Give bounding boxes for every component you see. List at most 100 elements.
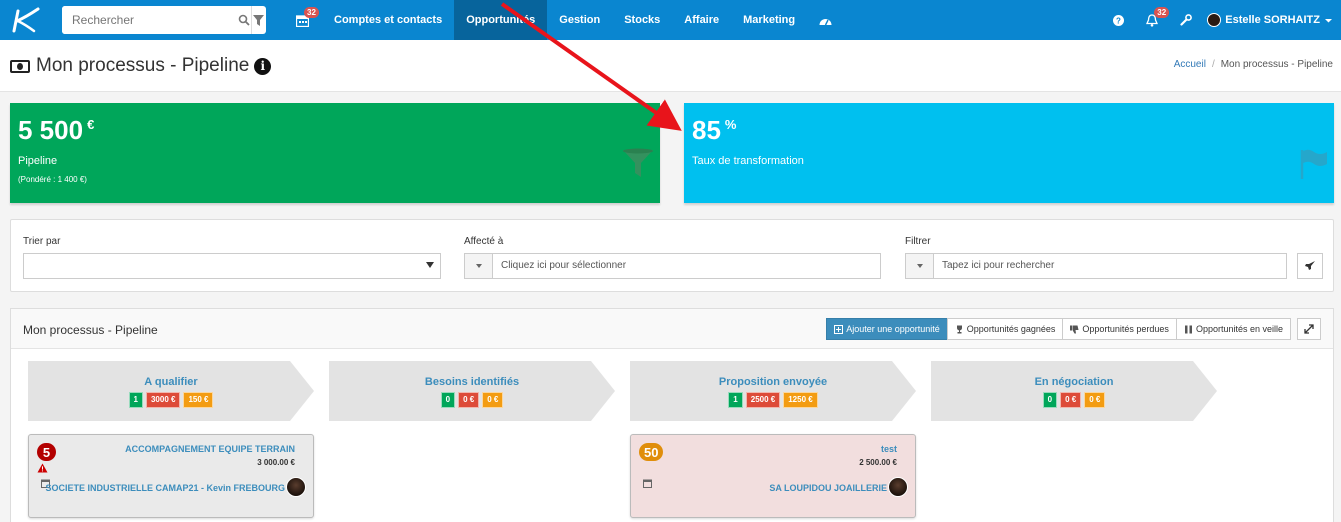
pipeline-header: Mon processus - Pipeline Ajouter une opp…	[11, 309, 1333, 349]
stage-count-badge: 1	[728, 392, 743, 408]
conversion-label: Taux de transformation	[692, 155, 804, 167]
calendar-badge: 32	[304, 7, 319, 18]
opportunity-company[interactable]: SA LOUPIDOU JOAILLERIE	[769, 483, 887, 493]
nav-comptes-et-contacts[interactable]: Comptes et contacts	[322, 0, 454, 40]
stage-weighted-badge: 1250 €	[783, 392, 818, 408]
nav-dashboard[interactable]	[807, 0, 844, 40]
stage-name[interactable]: Besoins identifiés	[329, 376, 615, 388]
filter-panel: Trier par Affecté à Cliquez ici pour sél…	[10, 219, 1334, 292]
filter-input[interactable]: Tapez ici pour rechercher	[905, 253, 1287, 279]
assigned-select[interactable]: Cliquez ici pour sélectionner	[464, 253, 881, 279]
user-menu[interactable]: Estelle SORHAITZ	[1203, 13, 1341, 27]
opportunity-amount: 2 500.00 €	[859, 458, 897, 467]
chevron-down-icon	[1325, 18, 1332, 22]
nav-affaire[interactable]: Affaire	[672, 0, 731, 40]
stage-weighted-badge: 0 €	[482, 392, 504, 408]
opportunity-title[interactable]: test	[881, 444, 897, 454]
breadcrumb-home[interactable]: Accueil	[1174, 59, 1206, 70]
global-search	[62, 6, 266, 34]
stage-name[interactable]: A qualifier	[28, 376, 314, 388]
settings-button[interactable]	[1169, 0, 1203, 40]
stage-besoins-identifies: Besoins identifiés 0 0 € 0 €	[329, 361, 615, 421]
nav-opportunites[interactable]: Opportunités	[454, 0, 548, 40]
probability-badge: 5	[37, 443, 56, 461]
stage-count-badge: 0	[440, 392, 456, 408]
expand-icon	[1304, 324, 1314, 334]
info-icon[interactable]: i	[254, 57, 272, 75]
funnel-icon	[623, 148, 653, 177]
help-button[interactable]: ?	[1101, 0, 1135, 40]
app-logo[interactable]	[0, 0, 50, 40]
opportunity-card[interactable]: 50 test 2 500.00 € SA LOUPIDOU JOAILLERI…	[630, 434, 916, 518]
notifications-button[interactable]: 32	[1135, 0, 1170, 40]
stage-amount-badge: 2500 €	[745, 392, 781, 408]
breadcrumb: Accueil / Mon processus - Pipeline	[1174, 59, 1333, 70]
calendar-button[interactable]: 32	[288, 0, 319, 40]
filter-icon[interactable]	[250, 6, 266, 34]
stage-stats: 0 0 € 0 €	[931, 392, 1217, 408]
stage-amount-badge: 3000 €	[145, 392, 181, 408]
opportunity-title[interactable]: ACCOMPAGNEMENT EQUIPE TERRAIN	[125, 444, 295, 454]
stage-weighted-badge: 150 €	[183, 392, 214, 408]
pause-icon	[1184, 325, 1192, 333]
warning-icon	[37, 463, 48, 473]
conversion-kpi-card: 85% Taux de transformation	[684, 103, 1334, 203]
filter-placeholder: Tapez ici pour rechercher	[942, 260, 1055, 271]
page-header: Mon processus - Pipeline i Accueil / Mon…	[0, 40, 1341, 92]
owner-avatar	[286, 477, 306, 497]
user-avatar	[1207, 13, 1222, 27]
opportunity-card[interactable]: 5 ACCOMPAGNEMENT EQUIPE TERRAIN 3 000.00…	[28, 434, 314, 518]
launch-filter-button[interactable]	[1297, 253, 1323, 279]
opportunity-company[interactable]: SOCIETE INDUSTRIELLE CAMAP21 - Kevin FRE…	[45, 483, 285, 493]
conversion-unit: %	[724, 117, 737, 132]
assigned-dropdown-toggle[interactable]	[465, 254, 493, 278]
user-name: Estelle SORHAITZ	[1225, 14, 1320, 26]
won-opportunities-label: Opportunités gagnées	[966, 324, 1056, 334]
pipeline-kpi-card: 5 500 € Pipeline (Pondéré : 1 400 €)	[10, 103, 660, 203]
nav-marketing[interactable]: Marketing	[731, 0, 807, 40]
logo-icon	[12, 7, 40, 33]
sort-select[interactable]	[23, 253, 441, 279]
won-opportunities-button[interactable]: Opportunités gagnées	[946, 318, 1064, 340]
dashboard-icon	[819, 18, 832, 25]
trophy-icon	[956, 325, 962, 333]
lost-opportunities-button[interactable]: Opportunités perdues	[1062, 318, 1177, 340]
nav-stocks[interactable]: Stocks	[612, 0, 672, 40]
stage-name[interactable]: En négociation	[931, 376, 1217, 388]
filter-dropdown-toggle[interactable]	[906, 254, 934, 278]
pipeline-unit: €	[87, 117, 95, 132]
page-title-text: Mon processus - Pipeline	[36, 55, 250, 76]
calendar-icon[interactable]	[643, 479, 652, 488]
svg-text:?: ?	[1116, 16, 1121, 25]
money-icon	[10, 59, 30, 73]
top-navbar: 32 Comptes et contacts Opportunités Gest…	[0, 0, 1341, 40]
page-title: Mon processus - Pipeline i	[10, 55, 272, 77]
breadcrumb-separator: /	[1211, 59, 1215, 70]
probability-badge: 50	[639, 443, 664, 461]
notifications-badge: 32	[1154, 7, 1170, 18]
fullscreen-button[interactable]	[1297, 318, 1321, 340]
caret-down-icon	[426, 262, 434, 268]
pipeline-value: 5 500 €	[18, 115, 95, 145]
pipeline-title: Mon processus - Pipeline	[23, 323, 158, 337]
search-input[interactable]	[62, 6, 237, 34]
stage-name[interactable]: Proposition envoyée	[630, 376, 916, 388]
stage-proposition-envoyee: Proposition envoyée 1 2500 € 1250 €	[630, 361, 916, 421]
search-icon[interactable]	[237, 6, 251, 34]
caret-down-icon	[475, 264, 482, 268]
question-icon: ?	[1112, 14, 1124, 26]
breadcrumb-current: Mon processus - Pipeline	[1220, 59, 1333, 70]
nav-gestion[interactable]: Gestion	[547, 0, 612, 40]
add-opportunity-button[interactable]: Ajouter une opportunité	[826, 318, 948, 340]
conversion-value: 85%	[692, 115, 737, 145]
pipeline-panel: Mon processus - Pipeline Ajouter une opp…	[10, 308, 1334, 522]
assigned-label: Affecté à	[464, 236, 504, 247]
pipeline-weighted: (Pondéré : 1 400 €)	[18, 175, 87, 184]
stage-stats: 1 2500 € 1250 €	[630, 392, 916, 408]
stage-count-badge: 1	[128, 392, 143, 408]
stage-count-badge: 0	[1042, 392, 1058, 408]
rocket-icon	[1305, 261, 1315, 270]
flag-icon	[1300, 149, 1327, 179]
stage-amount-badge: 0 €	[458, 392, 480, 408]
standby-opportunities-button[interactable]: Opportunités en veille	[1175, 318, 1291, 340]
